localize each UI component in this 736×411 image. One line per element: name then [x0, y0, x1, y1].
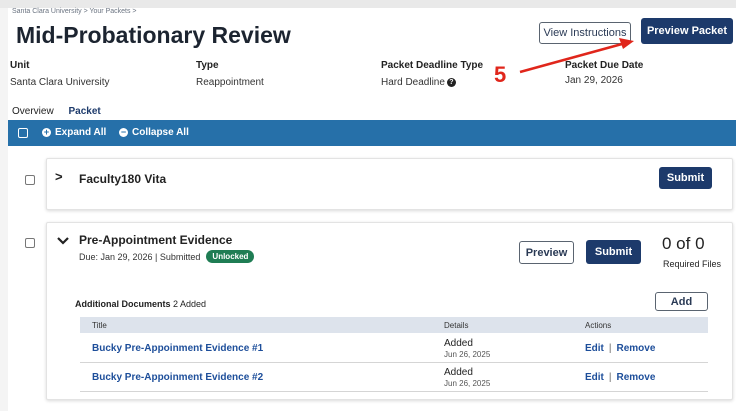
collapse-all-label: Collapse All	[132, 127, 189, 138]
plus-circle-icon: +	[42, 127, 51, 137]
required-files-count: 0 of 0	[662, 234, 705, 253]
submit-button-pre-appointment[interactable]: Submit	[586, 240, 641, 264]
expand-all-label: Expand All	[55, 127, 107, 138]
additional-documents-header: Additional Documents 2 Added	[75, 299, 206, 309]
submit-button-vita[interactable]: Submit	[659, 167, 712, 189]
select-all-checkbox[interactable]	[18, 128, 28, 138]
additional-documents-label: Additional Documents	[75, 299, 171, 309]
section-due-line: Due: Jan 29, 2026 | Submitted Unlocked	[79, 250, 255, 263]
detail-status: Added	[444, 367, 473, 378]
detail-status: Added	[444, 338, 473, 349]
detail-date: Jun 26, 2025	[444, 350, 491, 359]
remove-link[interactable]: Remove	[617, 372, 656, 383]
additional-documents-count: 2 Added	[173, 299, 207, 309]
column-header-title: Title	[92, 321, 107, 330]
status-badge: Unlocked	[206, 250, 255, 263]
collapse-all-button[interactable]: − Collapse All	[119, 127, 189, 138]
table-row: Bucky Pre-Appoinment Evidence #1 Added J…	[80, 335, 708, 363]
action-separator: |	[608, 372, 612, 383]
row-actions: Edit | Remove	[585, 372, 655, 383]
due-text: Due: Jan 29, 2026 | Submitted	[79, 251, 201, 262]
document-link[interactable]: Bucky Pre-Appoinment Evidence #2	[92, 372, 263, 383]
expand-all-button[interactable]: + Expand All	[42, 127, 106, 138]
row-actions: Edit | Remove	[585, 343, 655, 354]
section-checkbox-pre-appointment[interactable]	[25, 238, 35, 248]
remove-link[interactable]: Remove	[617, 343, 656, 354]
table-row: Bucky Pre-Appoinment Evidence #2 Added J…	[80, 364, 708, 392]
column-header-details: Details	[444, 321, 469, 330]
section-title-vita[interactable]: Faculty180 Vita	[79, 172, 166, 186]
tab-overview[interactable]: Overview	[12, 106, 54, 120]
preview-button[interactable]: Preview	[519, 241, 574, 264]
required-files-label: Required Files	[663, 259, 722, 269]
detail-date: Jun 26, 2025	[444, 379, 491, 388]
minus-circle-icon: −	[119, 127, 128, 137]
documents-table-header: Title Details Actions	[80, 317, 708, 333]
column-header-actions: Actions	[585, 321, 612, 330]
edit-link[interactable]: Edit	[585, 372, 604, 383]
add-document-button[interactable]: Add	[655, 292, 708, 311]
section-checkbox-vita[interactable]	[25, 175, 35, 185]
edit-link[interactable]: Edit	[585, 343, 604, 354]
section-card-vita: > Faculty180 Vita Submit	[46, 158, 733, 210]
section-title-pre-appointment[interactable]: Pre-Appointment Evidence	[79, 233, 232, 247]
chevron-down-icon[interactable]	[57, 237, 69, 245]
action-separator: |	[608, 343, 612, 354]
packet-toolbar: + Expand All − Collapse All	[8, 120, 736, 146]
document-link[interactable]: Bucky Pre-Appoinment Evidence #1	[92, 343, 263, 354]
chevron-right-icon[interactable]: >	[55, 169, 63, 184]
